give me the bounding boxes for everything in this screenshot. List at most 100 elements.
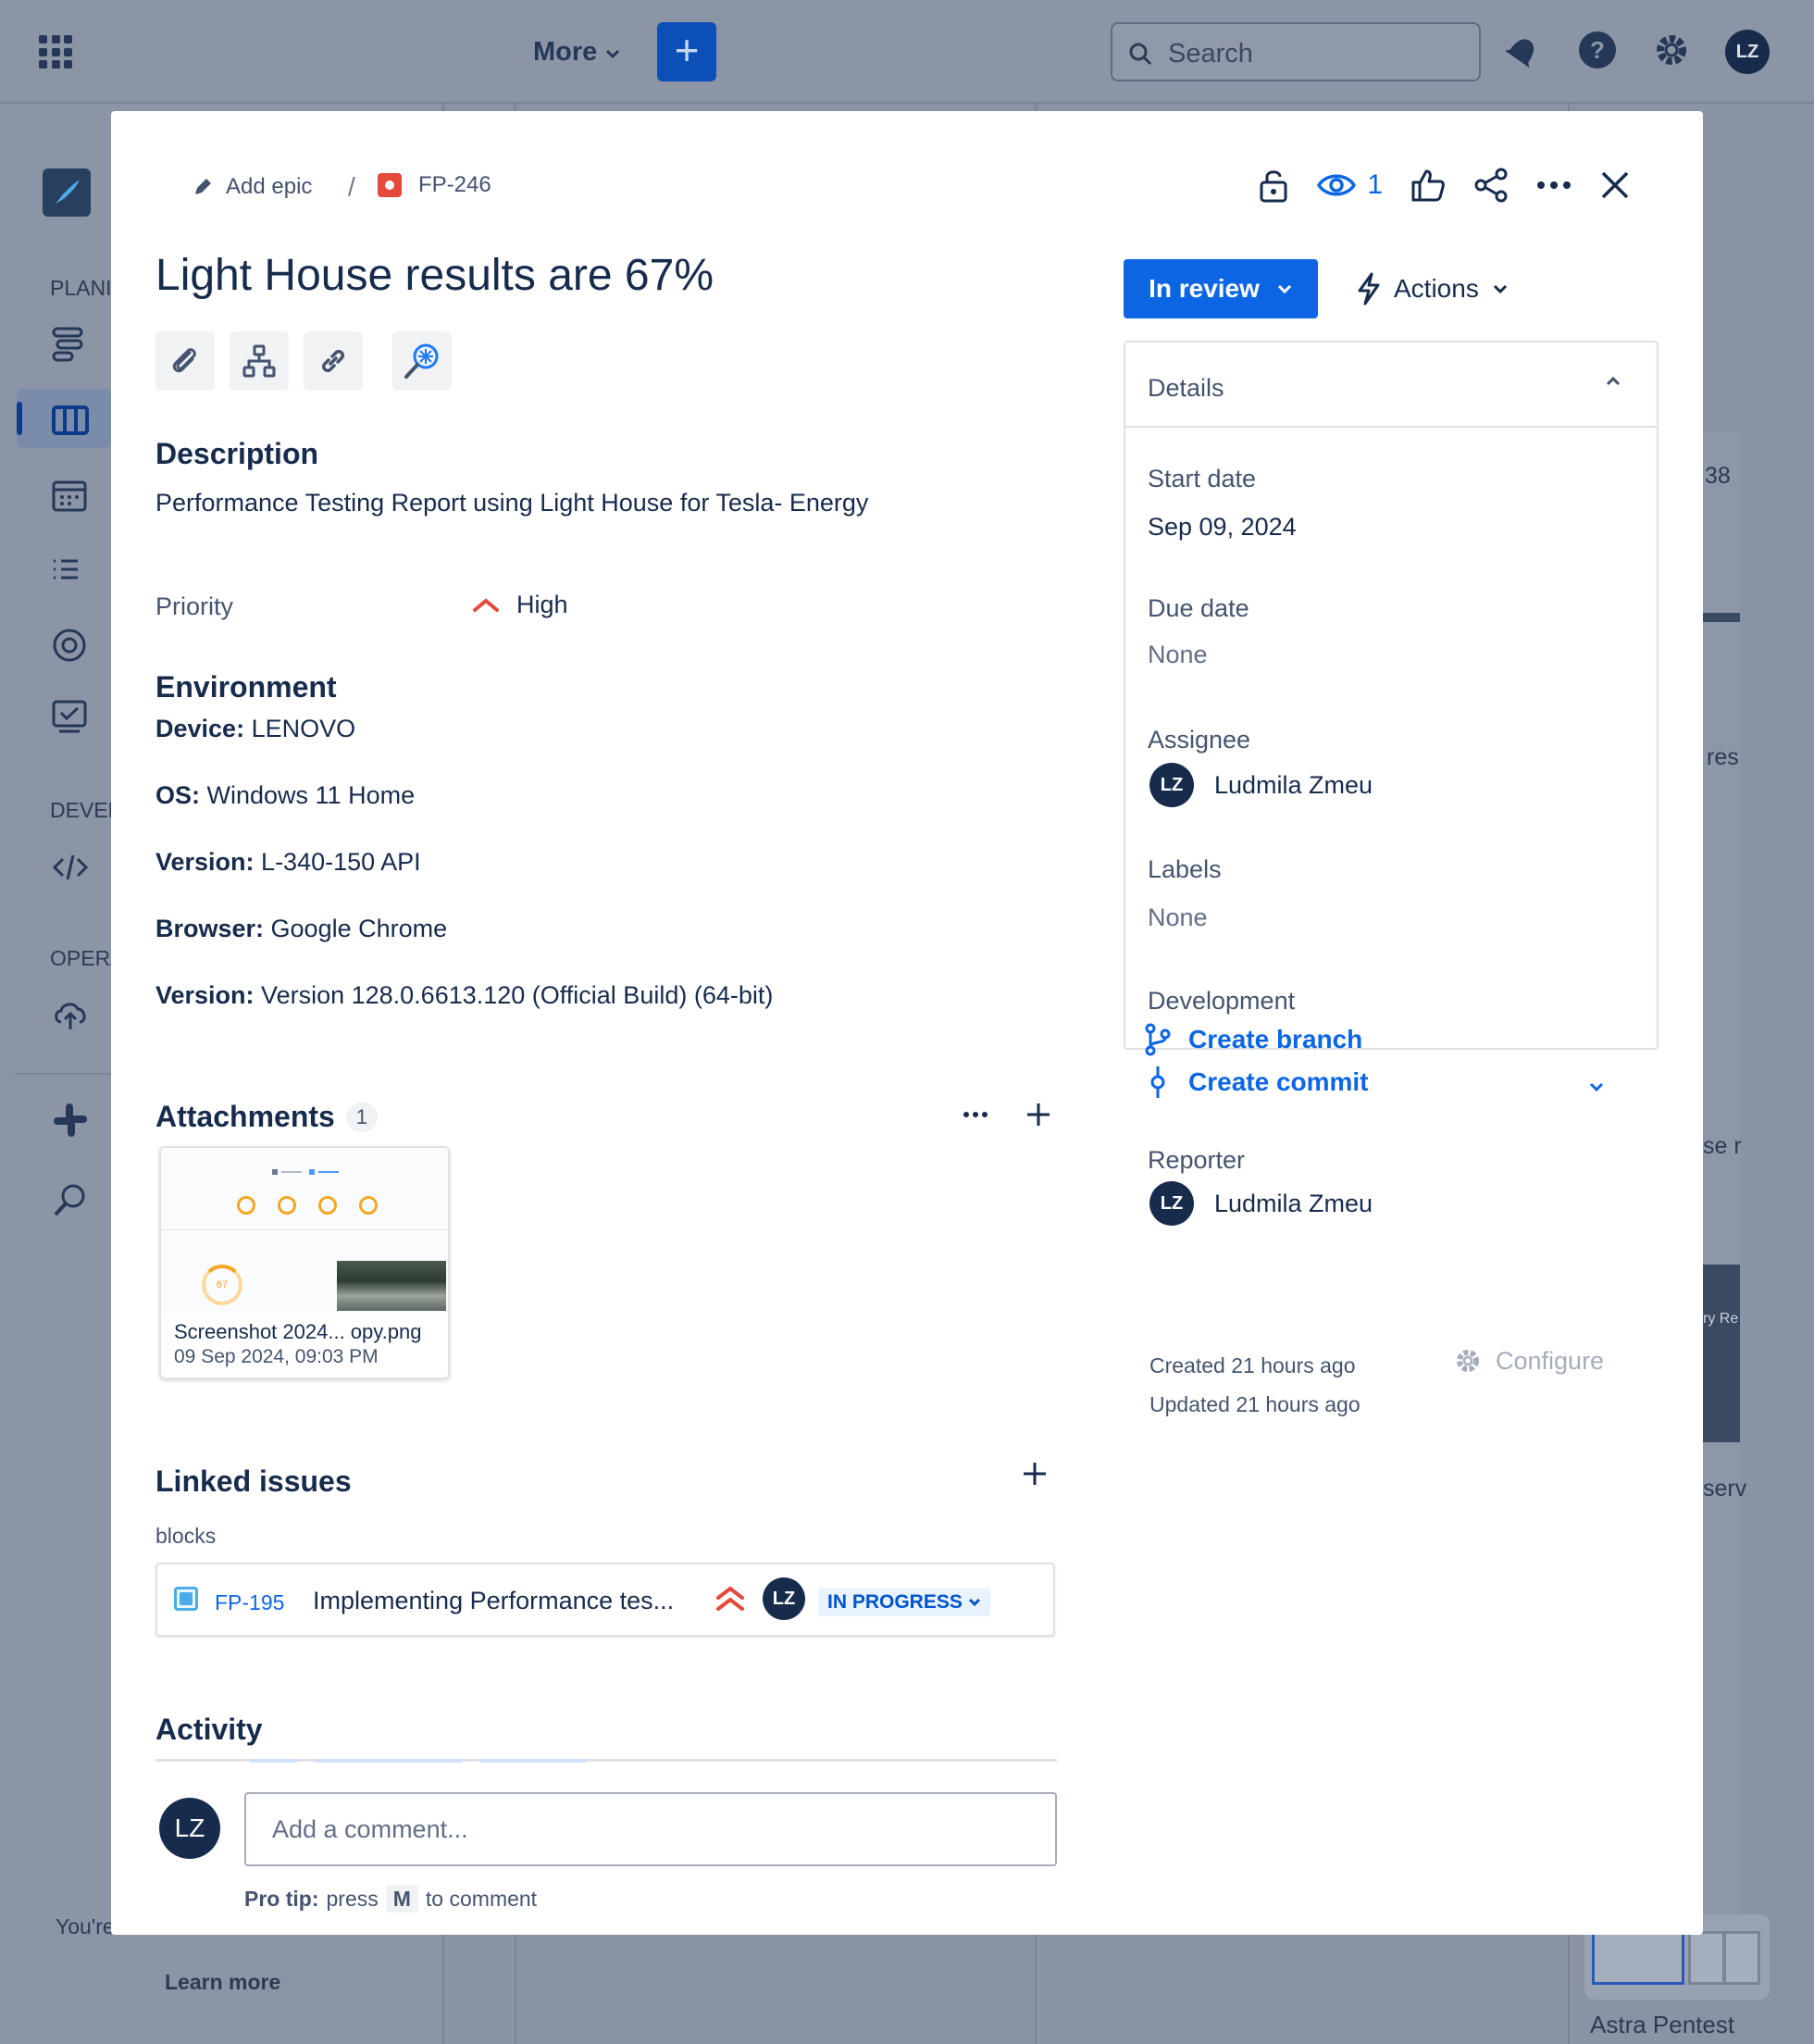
- create-commit-link[interactable]: Create commit: [1144, 1065, 1369, 1100]
- attachment-date: 09 Sep 2024, 09:03 PM: [174, 1346, 379, 1367]
- deployments-icon[interactable]: [52, 998, 89, 1033]
- env-value: LENOVO: [244, 715, 356, 742]
- learn-more-link[interactable]: Learn more: [165, 1970, 280, 1995]
- list-icon[interactable]: [52, 557, 80, 581]
- board-card-strip: [1703, 613, 1740, 622]
- details-panel-header[interactable]: Details: [1125, 343, 1657, 428]
- actions-button[interactable]: Actions: [1357, 268, 1509, 309]
- commit-icon: [1150, 1066, 1165, 1098]
- help-icon[interactable]: ?: [1577, 30, 1618, 70]
- linked-issue-key[interactable]: FP-195: [215, 1590, 284, 1615]
- link-relation-label: blocks: [155, 1524, 217, 1548]
- top-navigation: More + Search ? LZ: [0, 0, 1814, 104]
- app-switcher-icon[interactable]: [39, 35, 72, 69]
- environment-heading: Environment: [155, 670, 337, 704]
- linked-issue-row[interactable]: FP-195 Implementing Performance tes... L…: [155, 1563, 1055, 1637]
- score-gauge: [318, 1196, 337, 1215]
- configure-button[interactable]: Configure: [1453, 1346, 1604, 1376]
- reporter-field[interactable]: LZ Ludmila Zmeu: [1149, 1181, 1373, 1226]
- settings-icon[interactable]: [1651, 30, 1692, 70]
- bug-icon: [378, 173, 402, 197]
- more-actions-icon[interactable]: [963, 1111, 988, 1118]
- activity-heading: Activity: [155, 1713, 263, 1746]
- board-fragment-text: res: [1707, 744, 1739, 770]
- code-icon[interactable]: [52, 852, 89, 883]
- assignee-label: Assignee: [1148, 726, 1251, 754]
- env-label: Version:: [155, 848, 255, 876]
- environment-line: Version: Version 128.0.6613.120 (Officia…: [155, 981, 773, 1010]
- labels-label: Labels: [1148, 855, 1222, 883]
- close-icon[interactable]: [1599, 169, 1631, 201]
- pro-tip: Pro tip: press M to comment: [244, 1885, 537, 1913]
- add-linked-issue-icon[interactable]: [1022, 1461, 1048, 1487]
- details-panel: Details Start date Sep 09, 2024 Due date…: [1124, 341, 1659, 1226]
- performance-score-gauge: 67: [202, 1265, 242, 1305]
- add-attachment-icon[interactable]: [1025, 1102, 1051, 1128]
- svg-text:?: ?: [1590, 36, 1605, 64]
- labels-value[interactable]: None: [1148, 904, 1208, 932]
- environment-line: Version: L-340-150 API: [155, 848, 421, 877]
- lock-icon[interactable]: [1258, 167, 1289, 204]
- paperclip-icon: [172, 348, 196, 373]
- issue-modal: Add epic / FP-246 1 Light House results …: [111, 111, 1703, 1935]
- timeline-icon[interactable]: [52, 326, 85, 363]
- issue-title[interactable]: Light House results are 67%: [155, 250, 714, 301]
- add-epic-button[interactable]: Add epic: [191, 174, 312, 200]
- status-dropdown-button[interactable]: In review: [1124, 259, 1318, 318]
- breadcrumb-separator: /: [348, 172, 355, 201]
- notifications-icon[interactable]: [1505, 30, 1542, 70]
- eye-icon: [1317, 174, 1357, 196]
- start-date-value[interactable]: Sep 09, 2024: [1148, 513, 1297, 542]
- attachment-card[interactable]: 67 Screenshot 2024... opy.png 09 Sep 202…: [159, 1146, 450, 1379]
- attachments-actions: [963, 1102, 1051, 1128]
- priority-value: High: [516, 591, 568, 618]
- create-commit-label: Create commit: [1188, 1067, 1369, 1096]
- create-branch-link[interactable]: Create branch: [1144, 1022, 1362, 1057]
- issue-timestamps: Created 21 hours ago Updated 21 hours ag…: [1149, 1346, 1360, 1424]
- details-heading: Details: [1148, 374, 1224, 402]
- status-label: IN PROGRESS: [827, 1591, 963, 1613]
- profile-avatar[interactable]: LZ: [1725, 30, 1770, 74]
- description-text[interactable]: Performance Testing Report using Light H…: [155, 489, 868, 517]
- priority-field[interactable]: High: [472, 591, 568, 619]
- env-value: Google Chrome: [264, 915, 448, 942]
- slack-icon[interactable]: [52, 1102, 89, 1139]
- search-placeholder: Search: [1168, 39, 1253, 69]
- thumbs-up-icon[interactable]: [1410, 168, 1446, 203]
- hierarchy-icon: [242, 344, 276, 378]
- add-child-issue-button[interactable]: [230, 331, 289, 391]
- more-actions-icon[interactable]: [1536, 181, 1572, 190]
- pro-tip-press: press: [326, 1886, 379, 1911]
- chevron-down-icon[interactable]: [1588, 1081, 1605, 1092]
- breadcrumb-issue-key[interactable]: FP-246: [378, 172, 491, 198]
- keyboard-shortcut-key: M: [385, 1885, 418, 1913]
- goals-icon[interactable]: [52, 628, 87, 663]
- pro-tip-end: to comment: [425, 1886, 538, 1911]
- more-menu-button[interactable]: More: [533, 37, 621, 68]
- calendar-icon[interactable]: [52, 478, 87, 513]
- assignee-avatar[interactable]: LZ: [763, 1577, 805, 1620]
- score-gauge: [237, 1196, 255, 1215]
- astra-scan-button[interactable]: [392, 331, 452, 391]
- due-date-value[interactable]: None: [1148, 641, 1208, 669]
- section-planning-label: PLANI: [50, 276, 112, 300]
- attach-button[interactable]: [155, 331, 215, 391]
- link-issue-button[interactable]: [304, 331, 363, 391]
- env-label: OS:: [155, 781, 201, 809]
- create-button[interactable]: +: [657, 22, 716, 81]
- search-input[interactable]: Search: [1111, 22, 1481, 81]
- watch-button[interactable]: 1: [1317, 169, 1383, 201]
- astra-security-icon[interactable]: [52, 1181, 89, 1218]
- project-logo[interactable]: [43, 168, 91, 217]
- share-icon[interactable]: [1473, 168, 1509, 203]
- board-icon[interactable]: [52, 405, 89, 435]
- more-label: More: [533, 37, 598, 67]
- reports-icon[interactable]: [52, 700, 87, 735]
- board-fragment-text: ry Re: [1703, 1311, 1739, 1327]
- environment-line: Browser: Google Chrome: [155, 915, 447, 943]
- comment-input[interactable]: [244, 1792, 1057, 1866]
- assignee-field[interactable]: LZ Ludmila Zmeu: [1149, 763, 1373, 807]
- linked-issue-status-dropdown[interactable]: IN PROGRESS: [818, 1589, 990, 1616]
- subtask-type-icon: [174, 1587, 198, 1611]
- linked-issue-summary[interactable]: Implementing Performance tes...: [313, 1587, 674, 1615]
